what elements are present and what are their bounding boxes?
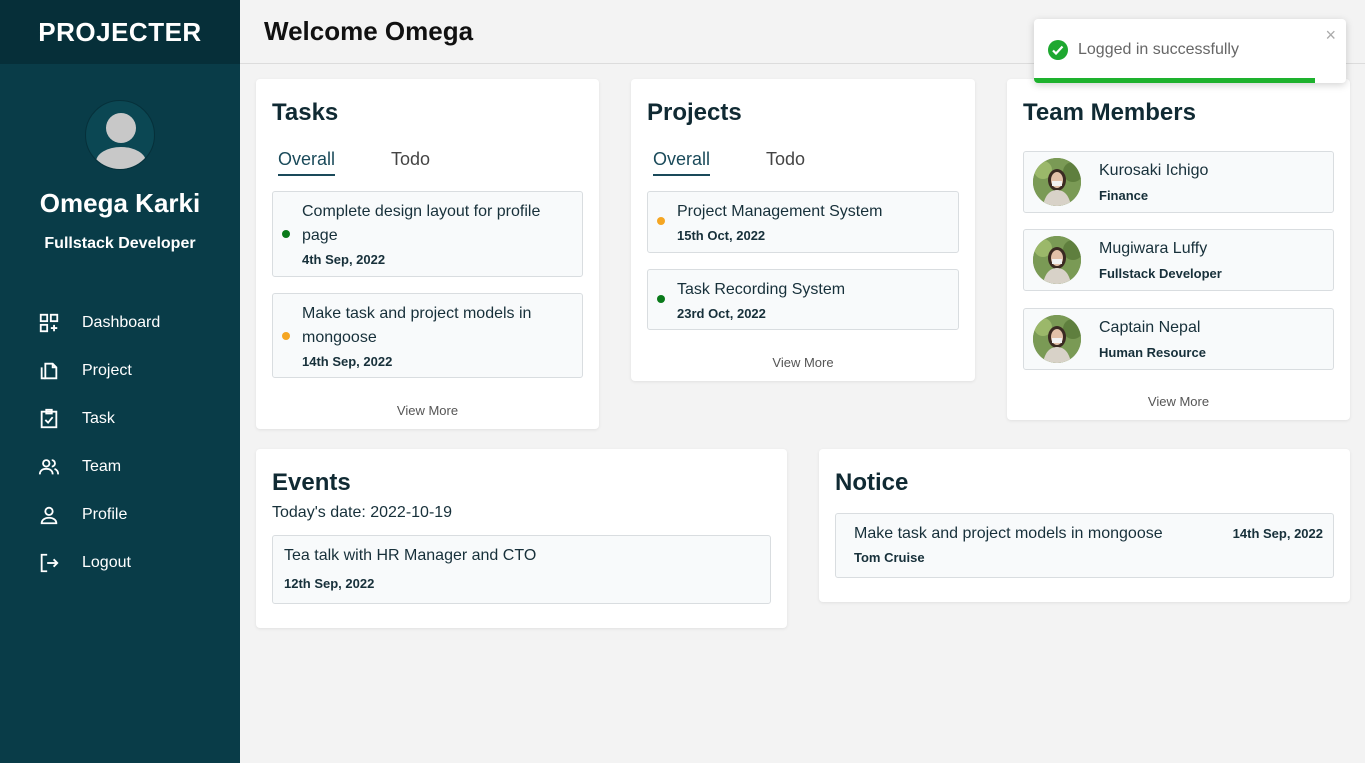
users-icon (38, 459, 60, 475)
nav-item-task[interactable]: Task (0, 395, 240, 443)
status-dot (657, 217, 665, 225)
close-icon[interactable]: × (1325, 25, 1336, 46)
event-text: Tea talk with HR Manager and CTO (284, 547, 537, 564)
nav-item-profile[interactable]: Profile (0, 491, 240, 539)
dashboard-icon (39, 313, 59, 333)
nav-label: Team (82, 458, 122, 475)
tab-todo[interactable]: Todo (391, 149, 430, 176)
toast-message: Logged in successfully (1078, 41, 1239, 58)
page-title: Welcome Omega (264, 16, 474, 46)
task-date: 4th Sep, 2022 (302, 252, 386, 267)
events-today-date: Today's date: 2022-10-19 (272, 504, 453, 521)
copy-icon (40, 362, 58, 380)
user-icon (40, 506, 58, 525)
logout-icon (40, 553, 59, 573)
team-title: Team Members (1023, 99, 1196, 126)
task-text: Complete design layout for profile page (302, 203, 541, 244)
nav-label: Logout (82, 554, 131, 571)
nav-label: Profile (82, 506, 128, 523)
notice-text: Make task and project models in mongoose (854, 525, 1163, 542)
team-view-more-link[interactable]: View More (1007, 394, 1350, 409)
member-avatar (1033, 315, 1081, 363)
notice-title: Notice (835, 469, 909, 496)
event-date: 12th Sep, 2022 (284, 576, 375, 591)
team-member[interactable]: Mugiwara Luffy Fullstack Developer (1023, 229, 1334, 291)
nav-label: Project (82, 362, 132, 379)
member-role: Human Resource (1099, 345, 1206, 360)
project-item[interactable]: Project Management System 15th Oct, 2022 (647, 191, 959, 253)
nav-item-team[interactable]: Team (0, 443, 240, 491)
notice-date: 14th Sep, 2022 (1232, 526, 1323, 541)
nav-item-logout[interactable]: Logout (0, 539, 240, 587)
nav-label: Task (82, 410, 115, 427)
tasks-tabs: Overall Todo (278, 149, 486, 176)
clipboard-check-icon (40, 408, 58, 429)
task-text: Make task and project models in mongoose (302, 305, 532, 346)
member-role: Finance (1099, 188, 1149, 203)
tasks-card: Tasks Overall Todo Complete design layou… (256, 79, 599, 429)
projects-tabs: Overall Todo (653, 149, 861, 176)
nav-item-dashboard[interactable]: Dashboard (0, 299, 240, 347)
tab-overall[interactable]: Overall (278, 149, 336, 176)
project-date: 23rd Oct, 2022 (677, 306, 766, 321)
tab-overall[interactable]: Overall (653, 149, 711, 176)
toast-progress-bar (1034, 78, 1315, 83)
notice-item[interactable]: Make task and project models in mongoose… (835, 513, 1334, 578)
notice-card: Notice Make task and project models in m… (819, 449, 1350, 602)
tasks-title: Tasks (272, 99, 339, 126)
user-name: Omega Karki (39, 188, 201, 218)
status-dot (282, 230, 290, 238)
task-item[interactable]: Make task and project models in mongoose… (272, 293, 583, 378)
member-name: Kurosaki Ichigo (1099, 162, 1209, 179)
event-item[interactable]: Tea talk with HR Manager and CTO 12th Se… (272, 535, 771, 604)
member-name: Captain Nepal (1099, 319, 1201, 336)
events-title: Events (272, 469, 351, 496)
task-item[interactable]: Complete design layout for profile page … (272, 191, 583, 277)
notice-author: Tom Cruise (854, 550, 925, 565)
nav-item-project[interactable]: Project (0, 347, 240, 395)
member-name: Mugiwara Luffy (1099, 240, 1208, 257)
user-avatar (85, 100, 155, 170)
sidebar-nav: Dashboard Project Task Team Profile Logo… (0, 299, 240, 587)
team-card: Team Members Kurosaki Ichigo Finance Mug… (1007, 79, 1350, 420)
project-item[interactable]: Task Recording System 23rd Oct, 2022 (647, 269, 959, 330)
project-text: Project Management System (677, 203, 883, 220)
member-avatar (1033, 236, 1081, 284)
projects-view-more-link[interactable]: View More (631, 355, 975, 370)
sidebar: PROJECTER Omega Karki Fullstack Develope… (0, 0, 240, 763)
project-text: Task Recording System (677, 281, 846, 298)
status-dot (282, 332, 290, 340)
member-avatar (1033, 158, 1081, 206)
project-date: 15th Oct, 2022 (677, 228, 766, 243)
tab-todo[interactable]: Todo (766, 149, 805, 176)
status-dot (657, 295, 665, 303)
member-role: Fullstack Developer (1099, 266, 1222, 281)
team-member[interactable]: Kurosaki Ichigo Finance (1023, 151, 1334, 213)
app-brand: PROJECTER (0, 0, 240, 64)
task-date: 14th Sep, 2022 (302, 354, 393, 369)
user-role: Fullstack Developer (44, 235, 196, 252)
team-member[interactable]: Captain Nepal Human Resource (1023, 308, 1334, 370)
projects-title: Projects (647, 99, 742, 126)
check-circle-icon (1048, 40, 1068, 60)
events-card: Events Today's date: 2022-10-19 Tea talk… (256, 449, 787, 628)
success-toast: Logged in successfully × (1034, 19, 1346, 83)
projects-card: Projects Overall Todo Project Management… (631, 79, 975, 381)
nav-label: Dashboard (82, 314, 161, 331)
tasks-view-more-link[interactable]: View More (256, 403, 599, 418)
